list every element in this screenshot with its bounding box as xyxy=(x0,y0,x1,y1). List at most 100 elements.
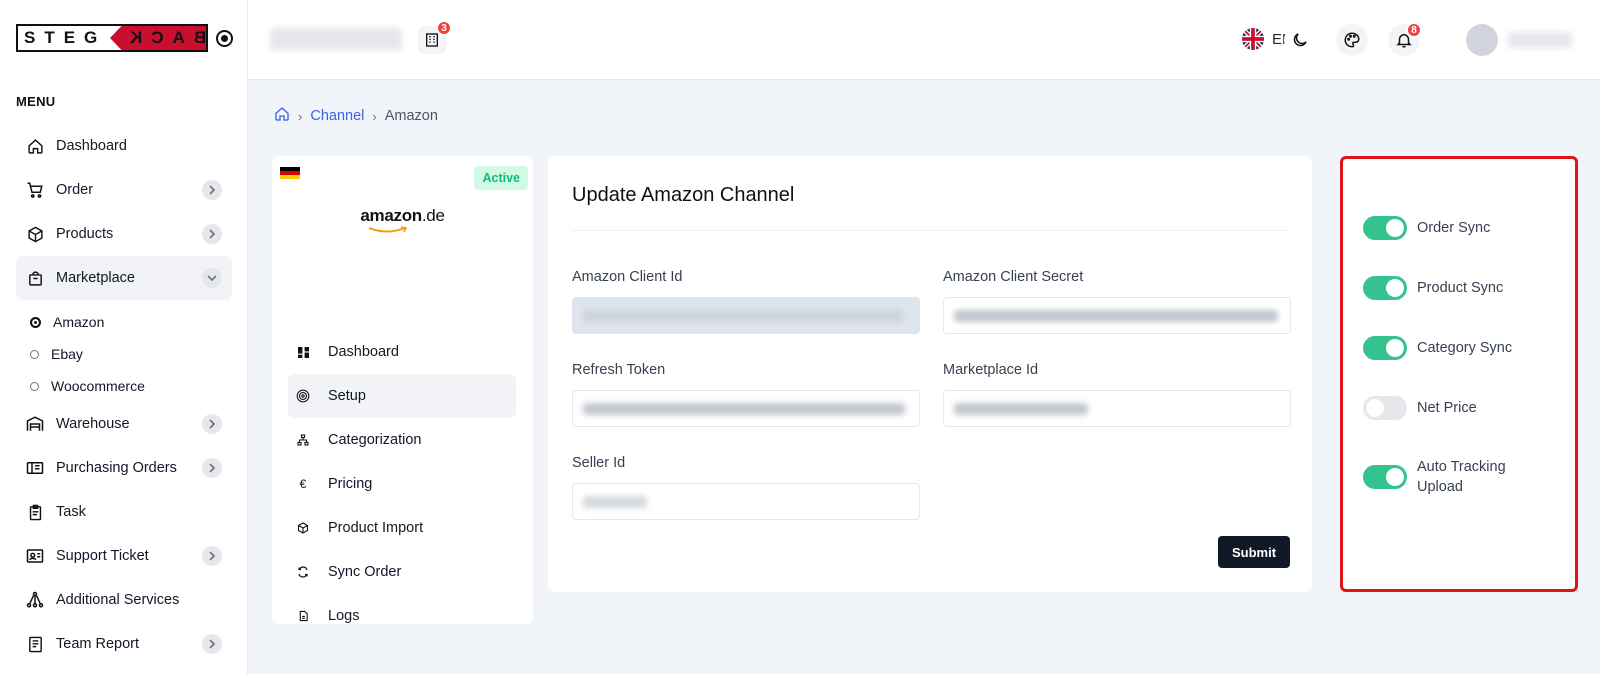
net-price-toggle[interactable] xyxy=(1363,396,1407,420)
chevron-right-icon[interactable] xyxy=(202,546,222,566)
seller-id-field-group: Seller Id xyxy=(572,455,920,520)
product-sync-row: Product Sync xyxy=(1363,276,1503,300)
sidebar-item-label: Order xyxy=(56,182,94,198)
channel-nav-logs[interactable]: Logs xyxy=(288,594,516,638)
amazon-smile-icon xyxy=(368,226,408,233)
channel-nav-dashboard[interactable]: Dashboard xyxy=(288,330,516,374)
sidebar-item-additional-services[interactable]: Additional Services xyxy=(16,578,232,622)
product-sync-toggle[interactable] xyxy=(1363,276,1407,300)
palette-icon xyxy=(1344,32,1360,48)
channel-nav-label: Setup xyxy=(328,388,366,404)
update-channel-form: Update Amazon Channel Amazon Client Id A… xyxy=(548,156,1312,592)
channel-nav-label: Product Import xyxy=(328,520,424,536)
home-icon[interactable] xyxy=(274,106,290,126)
category-sync-row: Category Sync xyxy=(1363,336,1512,360)
sidebar-subitem-amazon[interactable]: Amazon xyxy=(16,306,232,338)
chevron-right-icon[interactable] xyxy=(202,634,222,654)
seller-id-label: Seller Id xyxy=(572,455,626,471)
radio-dot-icon xyxy=(30,349,39,359)
order-sync-toggle[interactable] xyxy=(1363,216,1407,240)
amazon-logo: amazon.de xyxy=(360,206,445,225)
company-name-redacted[interactable] xyxy=(270,28,402,50)
building-icon xyxy=(426,33,438,47)
channel-nav-label: Dashboard xyxy=(328,344,399,360)
contact-card-icon xyxy=(26,547,44,565)
chevron-right-icon[interactable] xyxy=(202,180,222,200)
channel-card: Active amazon.de Dashboard Setup Categor… xyxy=(272,156,533,624)
net-price-label: Net Price xyxy=(1417,400,1477,416)
submit-button[interactable]: Submit xyxy=(1218,536,1290,568)
seller-id-input[interactable] xyxy=(572,483,920,520)
form-divider xyxy=(572,230,1288,231)
client-secret-field-group: Amazon Client Secret xyxy=(943,269,1291,334)
sidebar-subitem-label: Ebay xyxy=(51,346,83,362)
status-badge: Active xyxy=(474,166,528,190)
channel-nav-sync-order[interactable]: Sync Order xyxy=(288,550,516,594)
net-price-row: Net Price xyxy=(1363,396,1477,420)
sidebar-item-products[interactable]: Products xyxy=(16,212,232,256)
marketplace-id-label: Marketplace Id xyxy=(943,362,1039,378)
cart-icon xyxy=(26,181,44,199)
refresh-token-field-group: Refresh Token xyxy=(572,362,920,427)
channel-nav-label: Sync Order xyxy=(328,564,402,580)
client-secret-label: Amazon Client Secret xyxy=(943,269,1084,285)
sync-settings-card: Order Sync Product Sync Category Sync Ne… xyxy=(1340,156,1578,592)
order-sync-label: Order Sync xyxy=(1417,220,1491,236)
chevron-right-icon[interactable] xyxy=(202,414,222,434)
channel-nav-label: Logs xyxy=(328,608,360,624)
sidebar-item-support-ticket[interactable]: Support Ticket xyxy=(16,534,232,578)
sidebar-toggle-icon[interactable] xyxy=(216,30,233,47)
channel-nav-setup[interactable]: Setup xyxy=(288,374,516,418)
refresh-token-input[interactable] xyxy=(572,390,920,427)
sidebar-item-label: Team Report xyxy=(56,636,140,652)
sync-icon xyxy=(296,565,310,579)
chevron-right-icon[interactable] xyxy=(202,458,222,478)
breadcrumb: › Channel › Amazon xyxy=(274,106,438,126)
germany-flag-icon xyxy=(280,166,300,180)
auto-tracking-label: Auto Tracking Upload xyxy=(1417,459,1506,495)
channel-nav-product-import[interactable]: Product Import xyxy=(288,506,516,550)
setup-spiral-icon xyxy=(296,389,310,403)
sidebar-subitem-label: Woocommerce xyxy=(51,378,145,394)
sidebar-item-dashboard[interactable]: Dashboard xyxy=(16,124,232,168)
home-icon xyxy=(26,137,44,155)
category-sync-toggle[interactable] xyxy=(1363,336,1407,360)
sidebar-item-team-report[interactable]: Team Report xyxy=(16,622,232,666)
channel-nav-categorization[interactable]: Categorization xyxy=(288,418,516,462)
sidebar-item-label: Marketplace xyxy=(56,270,135,286)
sidebar-item-order[interactable]: Order xyxy=(16,168,232,212)
chevron-right-icon: › xyxy=(372,108,377,124)
sidebar-nav: Dashboard Order Products Marketplace Ama… xyxy=(16,124,232,666)
menu-title: MENU xyxy=(16,94,56,109)
sidebar-item-marketplace[interactable]: Marketplace xyxy=(16,256,232,300)
sidebar-subitem-ebay[interactable]: Ebay xyxy=(16,338,232,370)
client-id-input[interactable] xyxy=(572,297,920,334)
chevron-right-icon[interactable] xyxy=(202,224,222,244)
order-sync-row: Order Sync xyxy=(1363,216,1490,240)
sidebar-subitem-label: Amazon xyxy=(53,314,105,330)
company-count-badge: 3 xyxy=(436,20,452,36)
brand-logo[interactable]: STEG BACK xyxy=(16,24,208,52)
dark-mode-button[interactable] xyxy=(1284,24,1316,56)
breadcrumb-channel-link[interactable]: Channel xyxy=(310,108,364,124)
sidebar-item-purchasing-orders[interactable]: Purchasing Orders xyxy=(16,446,232,490)
chevron-down-icon[interactable] xyxy=(202,268,222,288)
refresh-token-label: Refresh Token xyxy=(572,362,666,378)
auto-tracking-toggle[interactable] xyxy=(1363,465,1407,489)
channel-nav-pricing[interactable]: € Pricing xyxy=(288,462,516,506)
notifications-button[interactable]: 8 xyxy=(1388,22,1422,56)
company-switch-button[interactable]: 3 xyxy=(418,20,452,54)
sidebar-subitem-woocommerce[interactable]: Woocommerce xyxy=(16,370,232,402)
category-sync-label: Category Sync xyxy=(1417,340,1513,356)
sidebar-item-task[interactable]: Task xyxy=(16,490,232,534)
shopping-bag-icon xyxy=(26,269,44,287)
network-icon xyxy=(26,591,44,609)
radio-dot-icon xyxy=(30,381,39,391)
marketplace-id-input[interactable] xyxy=(943,390,1291,427)
avatar[interactable] xyxy=(1466,24,1498,56)
client-secret-input[interactable] xyxy=(943,297,1291,334)
theme-button[interactable] xyxy=(1336,24,1368,56)
moon-icon xyxy=(1293,33,1307,47)
username-redacted[interactable] xyxy=(1508,32,1572,48)
sidebar-item-warehouse[interactable]: Warehouse xyxy=(16,402,232,446)
